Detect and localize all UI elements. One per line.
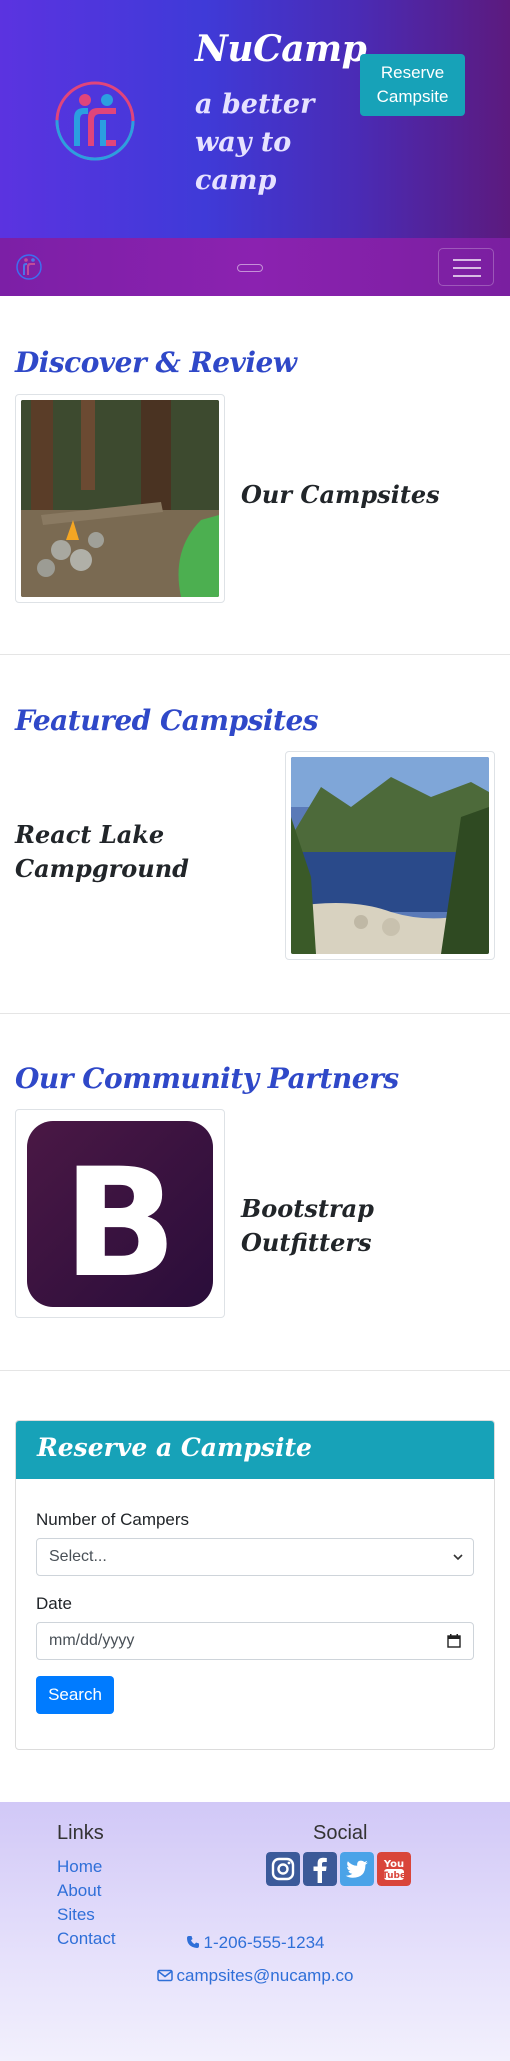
discover-heading: Discover & Review <box>15 346 297 379</box>
section-divider <box>0 1370 510 1371</box>
section-divider <box>0 654 510 655</box>
instagram-icon[interactable] <box>266 1852 300 1886</box>
campers-select[interactable]: Select... <box>36 1538 474 1576</box>
search-button[interactable]: Search <box>36 1676 114 1714</box>
twitter-icon[interactable] <box>340 1852 374 1886</box>
date-label: Date <box>36 1594 72 1613</box>
envelope-icon <box>156 1969 173 1982</box>
featured-image-card[interactable] <box>285 751 495 960</box>
footer-email-link[interactable]: campsites@nucamp.co <box>0 1966 510 1986</box>
reserve-card-header: Reserve a Campsite <box>16 1421 494 1479</box>
date-placeholder: mm/dd/yyyy <box>49 1632 135 1649</box>
lake-image <box>291 757 489 954</box>
footer-phone-link[interactable]: 1-206-555-1234 <box>0 1933 510 1953</box>
phone-icon <box>186 1936 199 1948</box>
calendar-icon[interactable] <box>447 1634 461 1648</box>
navbar-logo[interactable] <box>16 254 42 280</box>
footer-link-sites[interactable]: Sites <box>57 1905 95 1925</box>
svg-text:You: You <box>383 1859 404 1870</box>
bootstrap-logo: B <box>21 1115 219 1312</box>
tagline: a better way to camp <box>195 89 315 196</box>
campsite-image <box>21 400 219 597</box>
hamburger-icon-bar <box>453 275 481 277</box>
chevron-down-icon <box>453 1554 463 1561</box>
nucamp-logo <box>55 81 135 161</box>
bootstrap-logo-letter: B <box>63 1137 177 1311</box>
reserve-campsite-card: Reserve a Campsite Number of Campers Sel… <box>15 1420 495 1750</box>
campsites-card-title: Our Campsites <box>241 480 440 509</box>
footer-social-heading: Social <box>313 1822 368 1844</box>
navbar-toggler-button[interactable] <box>438 248 494 286</box>
hamburger-icon <box>453 259 481 261</box>
hamburger-icon-bar <box>453 267 481 269</box>
campers-label: Number of Campers <box>36 1510 190 1529</box>
campsite-image-card[interactable] <box>15 394 225 603</box>
brand-title: NuCamp <box>195 28 367 70</box>
footer-phone: 1-206-555-1234 <box>203 1933 325 1952</box>
date-input[interactable]: mm/dd/yyyy <box>36 1622 474 1660</box>
facebook-icon[interactable] <box>303 1852 337 1886</box>
footer-email: campsites@nucamp.co <box>176 1966 354 1985</box>
footer-link-home[interactable]: Home <box>57 1857 102 1877</box>
partner-card-title: Bootstrap Outfitters <box>241 1194 374 1257</box>
navbar <box>0 238 510 296</box>
featured-card-title: React Lake Campground <box>15 820 189 883</box>
partner-logo-card[interactable]: B <box>15 1109 225 1318</box>
section-divider <box>0 1013 510 1014</box>
footer: Links Home About Sites Contact Social Yo… <box>0 1802 510 2061</box>
partners-heading: Our Community Partners <box>15 1062 399 1095</box>
svg-text:Tube: Tube <box>382 1871 406 1881</box>
campers-select-value: Select... <box>49 1548 107 1565</box>
jumbotron: NuCamp a better way to camp Reserve Camp… <box>0 0 510 238</box>
footer-link-about[interactable]: About <box>57 1881 101 1901</box>
youtube-icon[interactable]: You Tube <box>377 1852 411 1886</box>
footer-links-heading: Links <box>57 1822 104 1844</box>
reserve-card-title: Reserve a Campsite <box>37 1433 312 1462</box>
reserve-campsite-button[interactable]: Reserve Campsite <box>360 54 465 116</box>
navbar-collapsed-menu <box>237 264 263 272</box>
featured-heading: Featured Campsites <box>15 704 319 737</box>
